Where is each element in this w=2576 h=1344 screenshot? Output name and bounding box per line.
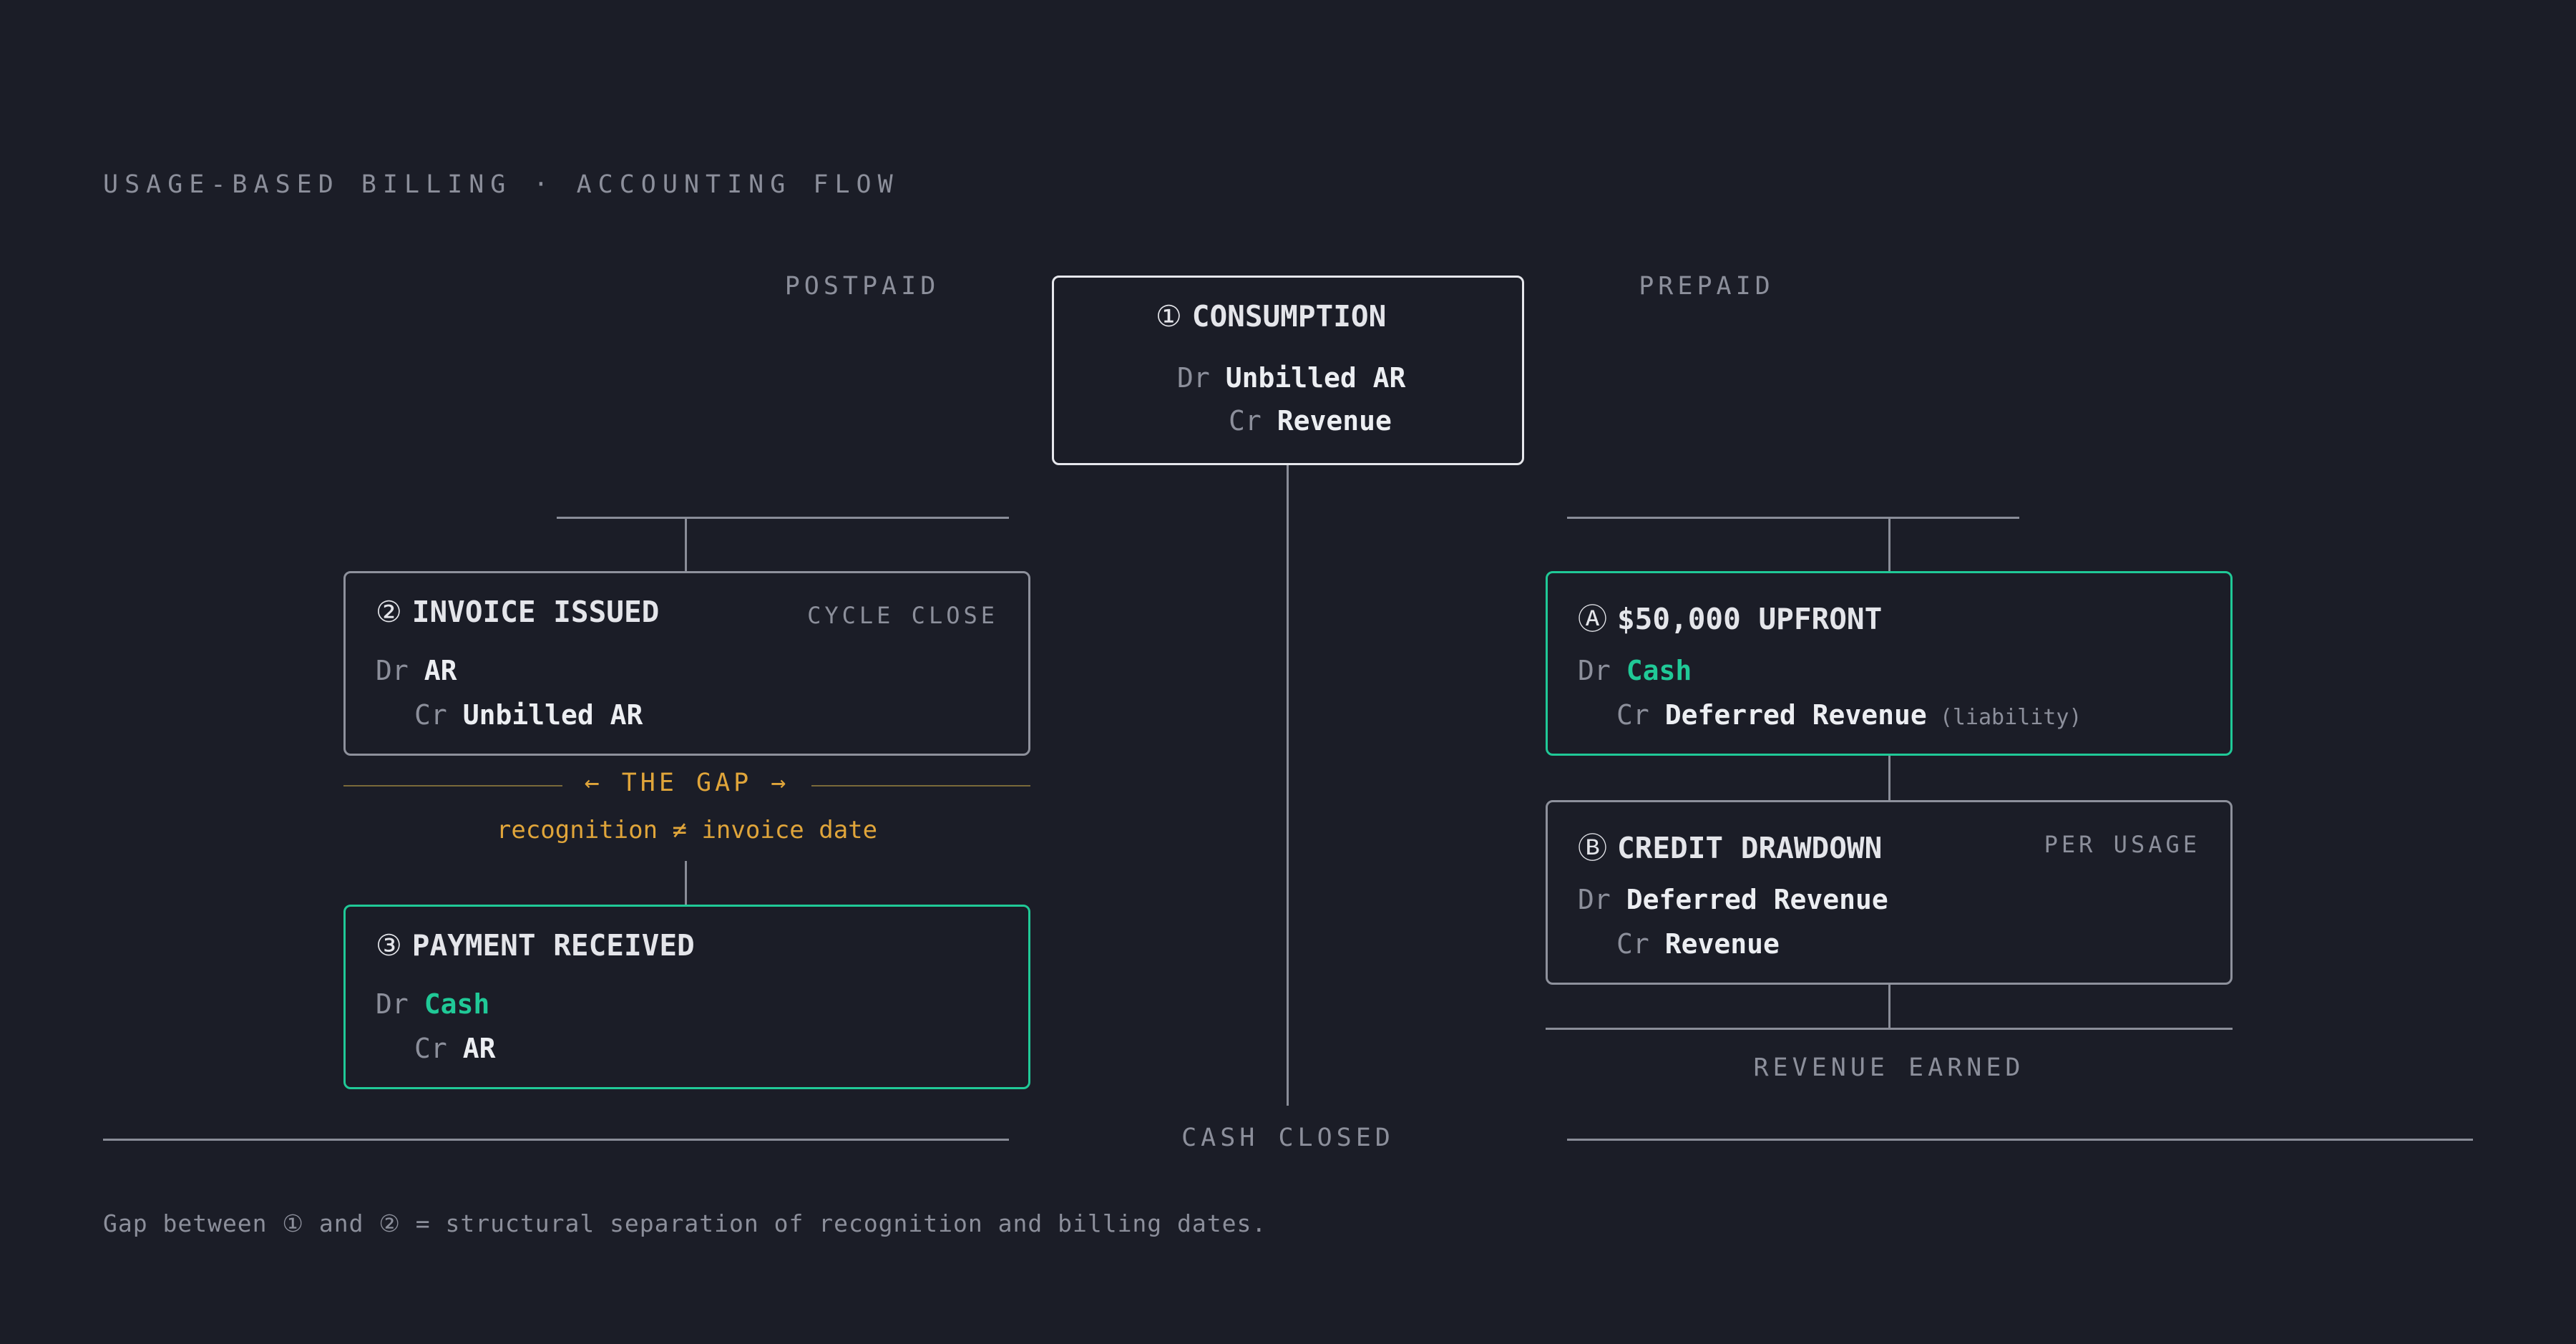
debit-label: Dr <box>1578 655 1611 686</box>
cash-closed-label: CASH CLOSED <box>1181 1124 1395 1152</box>
debit-label: Dr <box>1177 362 1210 394</box>
step-b-marker: Ⓑ <box>1578 831 1607 865</box>
upfront-debit: Dr Cash <box>1578 655 1692 686</box>
revenue-earned-line <box>1546 1028 2233 1030</box>
postpaid-branch-line <box>557 517 1009 519</box>
drawdown-to-revenue-connector <box>1888 985 1890 1029</box>
debit-account: Unbilled AR <box>1225 362 1406 394</box>
consumption-debit: Dr Unbilled AR <box>1177 362 1405 394</box>
cash-closed-line-right <box>1567 1139 2473 1141</box>
drawdown-box: Ⓑ CREDIT DRAWDOWN PER USAGE Dr Deferred Re… <box>1546 800 2233 985</box>
prepaid-branch-line <box>1567 517 2019 519</box>
credit-label: Cr <box>414 1033 447 1064</box>
page-title: USAGE-BASED BILLING · ACCOUNTING FLOW <box>103 170 899 199</box>
credit-account: Deferred Revenue <box>1664 699 1927 731</box>
revenue-earned-label: REVENUE EARNED <box>1753 1053 2025 1082</box>
gap-line-left <box>343 785 562 787</box>
drawdown-title-text: CREDIT DRAWDOWN <box>1617 831 1883 865</box>
credit-account: AR <box>462 1033 496 1064</box>
postpaid-branch-connector <box>685 517 687 573</box>
credit-label: Cr <box>414 699 447 731</box>
debit-label: Dr <box>1578 884 1611 915</box>
consumption-box: ① CONSUMPTION Dr Unbilled AR Cr Revenue <box>1052 276 1524 465</box>
gap-subtitle: recognition ≠ invoice date <box>496 816 878 844</box>
debit-account: Deferred Revenue <box>1626 884 1888 915</box>
prepaid-branch-connector <box>1888 517 1890 573</box>
payment-title: ③ PAYMENT RECEIVED <box>376 928 695 963</box>
drawdown-debit: Dr Deferred Revenue <box>1578 884 1888 915</box>
center-connector <box>1287 465 1289 1106</box>
invoice-debit: Dr AR <box>376 655 457 686</box>
upfront-title-text: $50,000 UPFRONT <box>1617 602 1883 636</box>
step-a-marker: Ⓐ <box>1578 602 1607 636</box>
upfront-to-drawdown-connector <box>1888 756 1890 800</box>
prepaid-label: PREPAID <box>1639 272 1775 301</box>
credit-label: Cr <box>1616 699 1649 731</box>
payment-credit: Cr AR <box>414 1033 496 1064</box>
gap-label: ← THE GAP → <box>584 769 790 797</box>
payment-box: ③ PAYMENT RECEIVED Dr Cash Cr AR <box>343 905 1030 1089</box>
invoice-title: ② INVOICE ISSUED <box>376 595 659 629</box>
credit-label: Cr <box>1229 405 1262 437</box>
liability-note: (liability) <box>1939 705 2082 730</box>
upfront-box: Ⓐ $50,000 UPFRONT Dr Cash Cr Deferred Reven… <box>1546 571 2233 756</box>
footer-note: Gap between ① and ② = structural separat… <box>103 1209 1267 1237</box>
payment-title-text: PAYMENT RECEIVED <box>411 928 695 963</box>
gap-to-payment-connector <box>685 861 687 905</box>
credit-account: Revenue <box>1664 928 1780 960</box>
step-2-marker: ② <box>376 595 402 629</box>
step-3-marker: ③ <box>376 928 402 963</box>
step-1-marker: ① <box>1156 299 1182 333</box>
invoice-title-text: INVOICE ISSUED <box>411 595 660 629</box>
invoice-box: ② INVOICE ISSUED CYCLE CLOSE Dr AR Cr Unbil… <box>343 571 1030 756</box>
debit-label: Dr <box>376 988 409 1020</box>
credit-account: Revenue <box>1277 405 1392 437</box>
debit-account: Cash <box>424 988 490 1020</box>
cash-closed-line-left <box>103 1139 1009 1141</box>
consumption-title: ① CONSUMPTION <box>1156 299 1386 333</box>
invoice-credit: Cr Unbilled AR <box>414 699 643 731</box>
debit-account: Cash <box>1626 655 1692 686</box>
upfront-credit: Cr Deferred Revenue (liability) <box>1616 699 2082 731</box>
upfront-title: Ⓐ $50,000 UPFRONT <box>1578 595 1882 638</box>
payment-debit: Dr Cash <box>376 988 489 1020</box>
postpaid-label: POSTPAID <box>784 272 940 301</box>
per-usage-tag: PER USAGE <box>2044 831 2200 858</box>
drawdown-title: Ⓑ CREDIT DRAWDOWN <box>1578 824 1882 867</box>
credit-account: Unbilled AR <box>462 699 643 731</box>
gap-line-right <box>811 785 1030 787</box>
consumption-title-text: CONSUMPTION <box>1191 299 1387 333</box>
cycle-close-tag: CYCLE CLOSE <box>807 602 998 629</box>
debit-label: Dr <box>376 655 409 686</box>
drawdown-credit: Cr Revenue <box>1616 928 1780 960</box>
credit-label: Cr <box>1616 928 1649 960</box>
debit-account: AR <box>424 655 457 686</box>
consumption-credit: Cr Revenue <box>1229 405 1392 437</box>
